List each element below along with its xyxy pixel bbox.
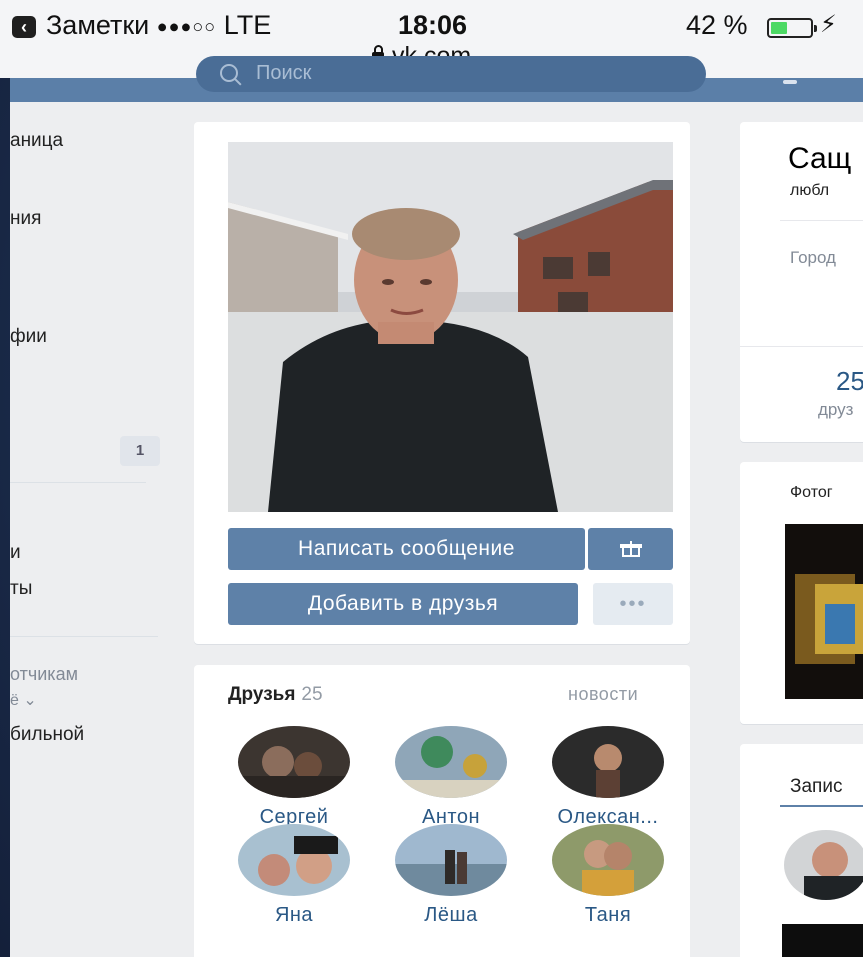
network-label: LTE xyxy=(223,10,272,40)
sidebar-item-documents[interactable]: ты xyxy=(10,578,32,600)
friend-item[interactable]: Антон xyxy=(381,726,521,829)
friends-news-link[interactable]: новости xyxy=(568,684,638,705)
clock: 18:06 xyxy=(398,10,468,40)
more-actions-button[interactable]: ••• xyxy=(593,583,673,625)
friend-item[interactable]: Сергей xyxy=(224,726,364,829)
friend-name: Таня xyxy=(584,904,632,926)
status-left: Заметки ●●●○○ LTE xyxy=(46,10,271,41)
search-icon xyxy=(220,64,238,82)
post-author-avatar[interactable] xyxy=(784,830,863,900)
back-arrow-icon[interactable]: ‹ xyxy=(12,16,36,38)
friend-name: Яна xyxy=(274,904,314,926)
friends-count: 25 xyxy=(301,684,323,705)
battery-icon xyxy=(767,18,817,38)
search-placeholder: Поиск xyxy=(256,62,312,84)
send-message-button[interactable]: Написать сообщение xyxy=(228,528,585,570)
battery-fill xyxy=(771,22,787,34)
info-friends-count[interactable]: 25 xyxy=(836,366,863,397)
signal-icon: ●●●○○ xyxy=(156,16,217,37)
post-image[interactable] xyxy=(782,924,863,957)
profile-photo[interactable] xyxy=(228,142,673,512)
sidebar-link-mobile[interactable]: бильной xyxy=(10,724,84,746)
friend-avatar xyxy=(552,726,664,798)
friends-title[interactable]: Друзья 25 xyxy=(228,684,323,706)
friend-avatar xyxy=(395,726,507,798)
sidebar-link-developers[interactable]: отчикам xyxy=(10,664,78,685)
friend-avatar xyxy=(552,824,664,896)
tab-wall-posts[interactable]: Запис xyxy=(790,776,842,798)
friends-title-label: Друзья xyxy=(228,684,296,705)
profile-name: Сащ xyxy=(788,142,852,175)
sidebar-item-photos[interactable]: фии xyxy=(10,326,47,348)
friend-avatar xyxy=(238,726,350,798)
send-gift-button[interactable] xyxy=(588,528,673,570)
back-app-label[interactable]: Заметки xyxy=(46,10,149,40)
info-friends-label[interactable]: друз xyxy=(818,400,853,420)
battery-percent: 42 % xyxy=(686,10,748,40)
sidebar-counter-badge: 1 xyxy=(120,436,160,466)
photos-title[interactable]: Фотог xyxy=(790,484,833,502)
search-input[interactable]: Поиск xyxy=(196,56,706,92)
sidebar-link-more[interactable]: ё ⌄ xyxy=(10,690,37,710)
gift-icon xyxy=(619,541,642,557)
sidebar-item-games[interactable]: и xyxy=(10,542,21,564)
friend-item[interactable]: Яна xyxy=(224,824,364,927)
add-friend-button[interactable]: Добавить в друзья xyxy=(228,583,578,625)
tab-underline xyxy=(780,805,863,807)
friend-name: Лёша xyxy=(424,904,478,926)
profile-status: любл xyxy=(790,182,830,199)
friend-item[interactable]: Олексан... xyxy=(538,726,678,829)
sidebar-divider xyxy=(10,636,158,637)
friend-avatar xyxy=(238,824,350,896)
sidebar-item-messages[interactable]: ния xyxy=(10,208,41,230)
friend-item[interactable]: Лёша xyxy=(381,824,521,927)
photo-thumbnail[interactable] xyxy=(785,524,863,699)
info-city-label: Город xyxy=(790,248,836,267)
sidebar-divider xyxy=(10,482,146,483)
charging-icon: ⚡ xyxy=(820,11,837,38)
friend-avatar xyxy=(395,824,507,896)
info-divider xyxy=(780,220,863,221)
notifications-bell-icon[interactable] xyxy=(783,80,797,84)
page-content: аница ния фии 1 и ты отчикам ё ⌄ бильной xyxy=(10,102,863,957)
profile-photo-image xyxy=(228,142,673,512)
info-divider xyxy=(740,346,863,347)
friend-item[interactable]: Таня xyxy=(538,824,678,927)
sidebar-item-my-page[interactable]: аница xyxy=(10,130,63,152)
